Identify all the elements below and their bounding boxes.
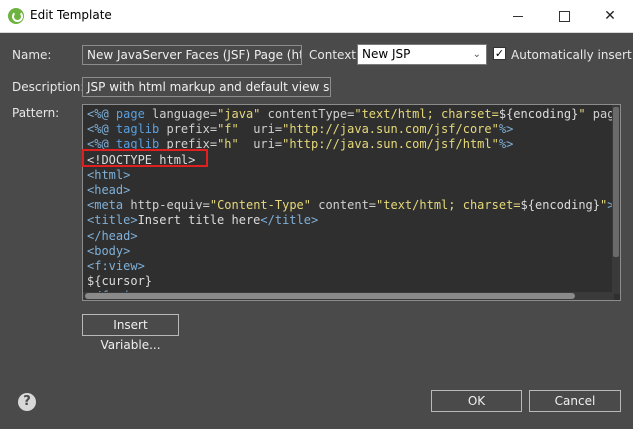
code-token: </title> bbox=[260, 213, 319, 228]
horizontal-scroll-thumb[interactable] bbox=[85, 293, 575, 299]
code-token: contentType= bbox=[260, 107, 355, 121]
code-line: ${cursor} bbox=[87, 274, 620, 289]
code-token: prefix= bbox=[166, 122, 218, 137]
pattern-editor[interactable]: <%@ page language="java" contentType="te… bbox=[82, 104, 621, 301]
code-token: ${encoding} bbox=[498, 107, 579, 121]
title-bar: Edit Template ✕ bbox=[0, 0, 633, 33]
code-token: <f:view> bbox=[87, 259, 145, 274]
description-label: Description: bbox=[12, 80, 85, 94]
name-label: Name: bbox=[12, 48, 52, 62]
code-token: "text/html; charset= bbox=[354, 107, 499, 121]
name-field[interactable]: New JavaServer Faces (JSF) Page (html) bbox=[82, 45, 302, 65]
cancel-button[interactable]: Cancel bbox=[529, 390, 621, 412]
code-token: http-equiv= bbox=[130, 198, 210, 213]
code-token: <meta bbox=[87, 198, 131, 213]
maximize-button[interactable] bbox=[541, 0, 587, 32]
pattern-code[interactable]: <%@ page language="java" contentType="te… bbox=[87, 107, 620, 300]
code-token: "text/html; charset= bbox=[376, 198, 521, 213]
doctype-highlight-box bbox=[82, 149, 208, 167]
code-token: %> bbox=[498, 122, 514, 137]
close-icon: ✕ bbox=[604, 8, 616, 24]
code-token: "http://java.sun.com/jsf/html" bbox=[282, 137, 499, 152]
pattern-label: Pattern: bbox=[12, 106, 60, 120]
code-token: page bbox=[115, 107, 153, 121]
code-token: <title> bbox=[87, 213, 138, 228]
minimize-button[interactable] bbox=[495, 0, 541, 32]
ok-button[interactable]: OK bbox=[431, 390, 522, 412]
code-line: </head> bbox=[87, 228, 620, 244]
vertical-scrollbar[interactable] bbox=[612, 105, 620, 294]
code-token: <head> bbox=[87, 183, 131, 198]
code-token: ${encoding} bbox=[520, 198, 601, 213]
code-token: "java" bbox=[217, 107, 261, 121]
code-token: taglib bbox=[115, 122, 167, 137]
auto-insert-checkbox[interactable]: ✓ bbox=[493, 47, 506, 60]
code-token: " bbox=[578, 107, 586, 121]
vertical-scroll-thumb[interactable] bbox=[613, 107, 619, 257]
chevron-down-icon: ⌄ bbox=[472, 49, 481, 60]
context-label: Context: bbox=[309, 48, 361, 62]
code-token: "Content-Type" bbox=[209, 198, 311, 213]
code-line: <%@ page language="java" contentType="te… bbox=[87, 107, 620, 122]
code-line: <body> bbox=[87, 243, 620, 259]
code-line: <title>Insert title here</title> bbox=[87, 213, 620, 228]
code-token: "f" bbox=[217, 122, 239, 137]
checkmark-icon: ✓ bbox=[494, 47, 505, 60]
code-token: </head> bbox=[87, 228, 138, 243]
auto-insert-label: Automatically insert bbox=[511, 48, 632, 62]
code-token: ${cursor} bbox=[87, 274, 153, 289]
context-select[interactable]: New JSP ⌄ bbox=[357, 44, 487, 65]
insert-variable-button[interactable]: Insert Variable... bbox=[82, 314, 179, 352]
code-token: <%@ bbox=[87, 107, 116, 121]
code-line: <head> bbox=[87, 183, 620, 198]
code-line: <meta http-equiv="Content-Type" content=… bbox=[87, 198, 620, 213]
code-token: %> bbox=[498, 137, 514, 152]
code-token: "http://java.sun.com/jsf/core" bbox=[282, 122, 499, 137]
close-button[interactable]: ✕ bbox=[587, 0, 633, 32]
code-token: content= bbox=[311, 198, 377, 213]
code-token: <html> bbox=[87, 167, 131, 182]
help-icon[interactable]: ? bbox=[18, 393, 36, 411]
code-token: language= bbox=[152, 107, 218, 121]
code-token: uri= bbox=[238, 122, 283, 137]
code-token: uri= bbox=[238, 137, 283, 152]
code-line: <f:view> bbox=[87, 259, 620, 274]
code-token: "h" bbox=[217, 137, 239, 152]
code-token: <%@ bbox=[87, 122, 116, 137]
spring-leaf-icon bbox=[8, 8, 24, 24]
context-value: New JSP bbox=[362, 47, 411, 61]
horizontal-scrollbar[interactable] bbox=[83, 292, 614, 300]
code-token: <body> bbox=[87, 243, 131, 258]
code-line: <%@ taglib prefix="f" uri="http://java.s… bbox=[87, 122, 620, 137]
description-field[interactable]: JSP with html markup and default view se… bbox=[82, 77, 331, 97]
code-line: <html> bbox=[87, 167, 620, 183]
code-token: Insert title here bbox=[137, 213, 261, 228]
window-title: Edit Template bbox=[30, 8, 112, 22]
